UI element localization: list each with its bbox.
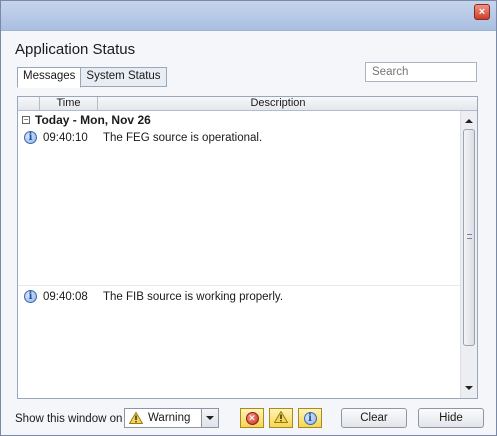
title-bar: × bbox=[1, 1, 496, 31]
warning-filter-button[interactable] bbox=[269, 408, 293, 428]
description-column-header[interactable]: Description bbox=[98, 97, 458, 110]
info-icon: i bbox=[24, 290, 37, 303]
row-description: The FEG source is operational. bbox=[103, 131, 263, 144]
icon-column-header[interactable] bbox=[18, 97, 40, 110]
warning-icon bbox=[273, 410, 289, 426]
severity-value: Warning bbox=[125, 412, 201, 424]
severity-select[interactable]: Warning bbox=[124, 408, 219, 428]
row-divider bbox=[18, 285, 460, 286]
page-title: Application Status bbox=[15, 41, 136, 58]
scroll-down-icon[interactable] bbox=[465, 386, 473, 390]
scroll-up-icon[interactable] bbox=[465, 119, 473, 123]
grid-header: Time Description bbox=[18, 97, 477, 111]
footer-bar: Show this window on Warning ✕ i Clear Hi… bbox=[1, 403, 496, 433]
scroll-thumb[interactable] bbox=[463, 129, 475, 346]
app-window: × Application Status Messages System Sta… bbox=[0, 0, 497, 436]
chevron-down-icon[interactable] bbox=[201, 409, 218, 427]
time-column-header[interactable]: Time bbox=[40, 97, 98, 110]
row-time: 09:40:08 bbox=[43, 290, 88, 303]
tab-system-status[interactable]: System Status bbox=[80, 67, 167, 87]
table-row[interactable]: i 09:40:10 The FEG source is operational… bbox=[18, 131, 460, 144]
warning-icon bbox=[129, 412, 143, 424]
hide-button[interactable]: Hide bbox=[418, 408, 484, 428]
info-filter-button[interactable]: i bbox=[298, 408, 322, 428]
tab-messages[interactable]: Messages bbox=[17, 67, 82, 88]
info-icon: i bbox=[303, 411, 317, 425]
group-label: Today - Mon, Nov 26 bbox=[35, 113, 151, 127]
tab-bar: Messages System Status bbox=[17, 67, 167, 88]
group-header[interactable]: − Today - Mon, Nov 26 bbox=[22, 113, 151, 127]
grip-icon bbox=[467, 234, 472, 239]
table-row[interactable]: i 09:40:08 The FIB source is working pro… bbox=[18, 290, 460, 303]
search-input[interactable] bbox=[365, 62, 477, 82]
messages-grid: Time Description − Today - Mon, Nov 26 i… bbox=[17, 96, 478, 399]
collapse-icon[interactable]: − bbox=[22, 116, 30, 124]
error-filter-button[interactable]: ✕ bbox=[240, 408, 264, 428]
row-time: 09:40:10 bbox=[43, 131, 88, 144]
vertical-scrollbar[interactable] bbox=[460, 111, 477, 398]
error-icon: ✕ bbox=[245, 411, 259, 425]
severity-label: Warning bbox=[148, 412, 191, 424]
row-description: The FIB source is working properly. bbox=[103, 290, 284, 303]
clear-button[interactable]: Clear bbox=[341, 408, 407, 428]
info-icon: i bbox=[24, 131, 37, 144]
show-window-label: Show this window on bbox=[15, 413, 123, 425]
close-button[interactable]: × bbox=[474, 4, 490, 20]
